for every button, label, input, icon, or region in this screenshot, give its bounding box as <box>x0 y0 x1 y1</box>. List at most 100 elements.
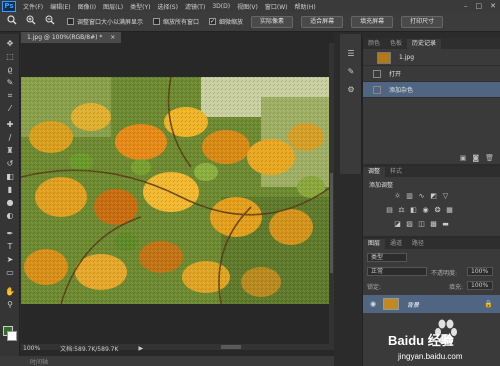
photo-filter-icon[interactable]: ◉ <box>421 206 430 215</box>
tab-adjustments[interactable]: 调整 <box>363 167 386 177</box>
channel-mixer-icon[interactable]: ❂ <box>433 206 442 215</box>
shape-icon[interactable]: ▭ <box>3 267 17 278</box>
brush-panel-icon[interactable]: ✎ <box>345 66 357 78</box>
history-snapshot[interactable]: 1.jpg <box>363 50 500 66</box>
properties-panel-icon[interactable]: ⚙ <box>345 84 357 96</box>
resize-windows-checkbox[interactable] <box>67 18 74 25</box>
menu-filter[interactable]: 滤镜(T) <box>185 2 205 11</box>
menu-window[interactable]: 窗口(W) <box>265 2 288 11</box>
menu-type[interactable]: 类型(Y) <box>130 2 150 11</box>
add-noise-step-icon <box>373 85 381 94</box>
tab-channels[interactable]: 通道 <box>385 239 407 249</box>
history-brush-icon[interactable]: ↺ <box>3 158 17 169</box>
new-document-from-state-icon[interactable]: ▣ <box>460 154 467 162</box>
tab-paths[interactable]: 路径 <box>407 239 429 249</box>
color-balance-icon[interactable]: ⚖ <box>397 206 406 215</box>
document-tab[interactable]: 1.jpg @ 100%(RGB/8#) * × <box>21 32 122 43</box>
history-panel-icon[interactable]: ☰ <box>345 48 357 60</box>
zoom-all-option[interactable]: 缩放所有窗口 <box>153 17 199 26</box>
menu-3d[interactable]: 3D(D) <box>212 3 230 10</box>
background-color-swatch[interactable] <box>7 331 17 341</box>
pen-icon[interactable]: ✒ <box>3 228 17 239</box>
timeline-label[interactable]: 时间轴 <box>30 357 48 366</box>
menu-select[interactable]: 选择(S) <box>157 2 178 11</box>
clone-stamp-icon[interactable]: ♜ <box>3 145 17 156</box>
blend-mode-select[interactable]: 正常 <box>367 267 427 276</box>
history-step-selected[interactable]: 添加杂色 <box>363 82 500 98</box>
fit-screen-button[interactable]: 适合屏幕 <box>301 15 344 28</box>
close-window-button[interactable]: ✕ <box>490 2 496 10</box>
zoom-tool-icon[interactable] <box>5 14 19 29</box>
eraser-icon[interactable]: ◧ <box>3 171 17 182</box>
selective-color-icon[interactable]: ▩ <box>429 220 438 229</box>
zoom-all-checkbox[interactable] <box>153 18 161 25</box>
watermark-brand: Baidu 经验 <box>388 333 454 348</box>
menu-image[interactable]: 图像(I) <box>78 2 96 11</box>
horizontal-scroll-thumb[interactable] <box>221 345 241 349</box>
hand-icon[interactable]: ✋ <box>3 286 17 297</box>
status-arrow-icon[interactable]: ▶ <box>138 345 143 352</box>
history-step-label: 打开 <box>389 71 402 78</box>
eye-icon[interactable]: ◉ <box>368 299 378 309</box>
move-icon[interactable]: ✥ <box>3 38 17 49</box>
document-tab-title: 1.jpg @ 100%(RGB/8#) * <box>27 34 103 41</box>
tab-color[interactable]: 颜色 <box>363 39 385 49</box>
tab-layers[interactable]: 图层 <box>363 239 386 249</box>
restore-button[interactable]: □ <box>476 2 483 10</box>
eyedropper-icon[interactable]: ⁄ <box>3 103 17 114</box>
brightness-icon[interactable]: ☼ <box>393 192 402 201</box>
document-tab-close-icon[interactable]: × <box>110 34 115 41</box>
menu-view[interactable]: 视图(V) <box>237 2 258 11</box>
fill-input[interactable]: 100% <box>467 281 493 290</box>
zoom-level[interactable]: 100% <box>23 345 40 352</box>
path-select-icon[interactable]: ➤ <box>3 254 17 265</box>
vertical-scroll-thumb[interactable] <box>330 173 333 273</box>
type-icon[interactable]: T <box>3 241 17 252</box>
lasso-icon[interactable]: ϱ <box>3 64 17 75</box>
minimize-button[interactable]: – <box>464 2 468 10</box>
healing-brush-icon[interactable]: ✚ <box>3 119 17 130</box>
vibrance-icon[interactable]: ▽ <box>441 192 450 201</box>
zoom-out-icon[interactable] <box>43 15 57 29</box>
posterize-icon[interactable]: ▨ <box>405 220 414 229</box>
gradient-map-icon[interactable]: ▬ <box>441 220 450 229</box>
curves-icon[interactable]: ∿ <box>417 192 426 201</box>
layer-kind-filter[interactable]: 类型 <box>367 253 407 262</box>
gradient-icon[interactable]: ▮ <box>3 184 17 195</box>
hue-saturation-icon[interactable]: ▤ <box>385 206 394 215</box>
threshold-icon[interactable]: ◫ <box>417 220 426 229</box>
tab-history[interactable]: 历史记录 <box>407 39 442 49</box>
resize-windows-option[interactable]: 调整窗口大小以满屏显示 <box>67 17 143 26</box>
canvas-image[interactable] <box>21 77 331 304</box>
menu-file[interactable]: 文件(F) <box>23 2 43 11</box>
vertical-scrollbar[interactable] <box>329 43 334 344</box>
fill-screen-button[interactable]: 填充屏幕 <box>351 15 394 28</box>
blur-icon[interactable]: ● <box>3 197 17 208</box>
opacity-input[interactable]: 100% <box>467 267 493 276</box>
actual-pixels-button[interactable]: 实际像素 <box>251 15 294 28</box>
camera-icon[interactable]: ◙ <box>472 154 479 162</box>
exposure-icon[interactable]: ◩ <box>429 192 438 201</box>
menu-layer[interactable]: 图层(L) <box>103 2 123 11</box>
levels-icon[interactable]: ▥ <box>405 192 414 201</box>
layer-background[interactable]: ◉ 背景 🔒 <box>363 295 500 313</box>
menu-help[interactable]: 帮助(H) <box>295 2 316 11</box>
menu-edit[interactable]: 编辑(E) <box>50 2 70 11</box>
invert-icon[interactable]: ◪ <box>393 220 402 229</box>
scrubby-zoom-option[interactable]: ✓ 细微缩放 <box>209 17 243 26</box>
dodge-icon[interactable]: ◐ <box>3 210 17 221</box>
brush-icon[interactable]: ∕ <box>3 132 17 143</box>
black-white-icon[interactable]: ◧ <box>409 206 418 215</box>
crop-icon[interactable]: ⌗ <box>3 90 17 101</box>
tab-styles[interactable]: 样式 <box>385 167 407 177</box>
print-size-button[interactable]: 打印尺寸 <box>401 15 444 28</box>
tab-swatches[interactable]: 色板 <box>385 39 407 49</box>
quick-select-icon[interactable]: ✎ <box>3 77 17 88</box>
marquee-icon[interactable]: ⬚ <box>3 51 17 62</box>
history-step[interactable]: 打开 <box>363 66 500 82</box>
zoom-icon[interactable]: ⚲ <box>3 299 17 310</box>
trash-icon[interactable]: 🗑 <box>485 154 494 162</box>
color-lookup-icon[interactable]: ▦ <box>445 206 454 215</box>
zoom-in-icon[interactable] <box>24 15 38 29</box>
scrubby-zoom-checkbox[interactable]: ✓ <box>209 18 217 25</box>
